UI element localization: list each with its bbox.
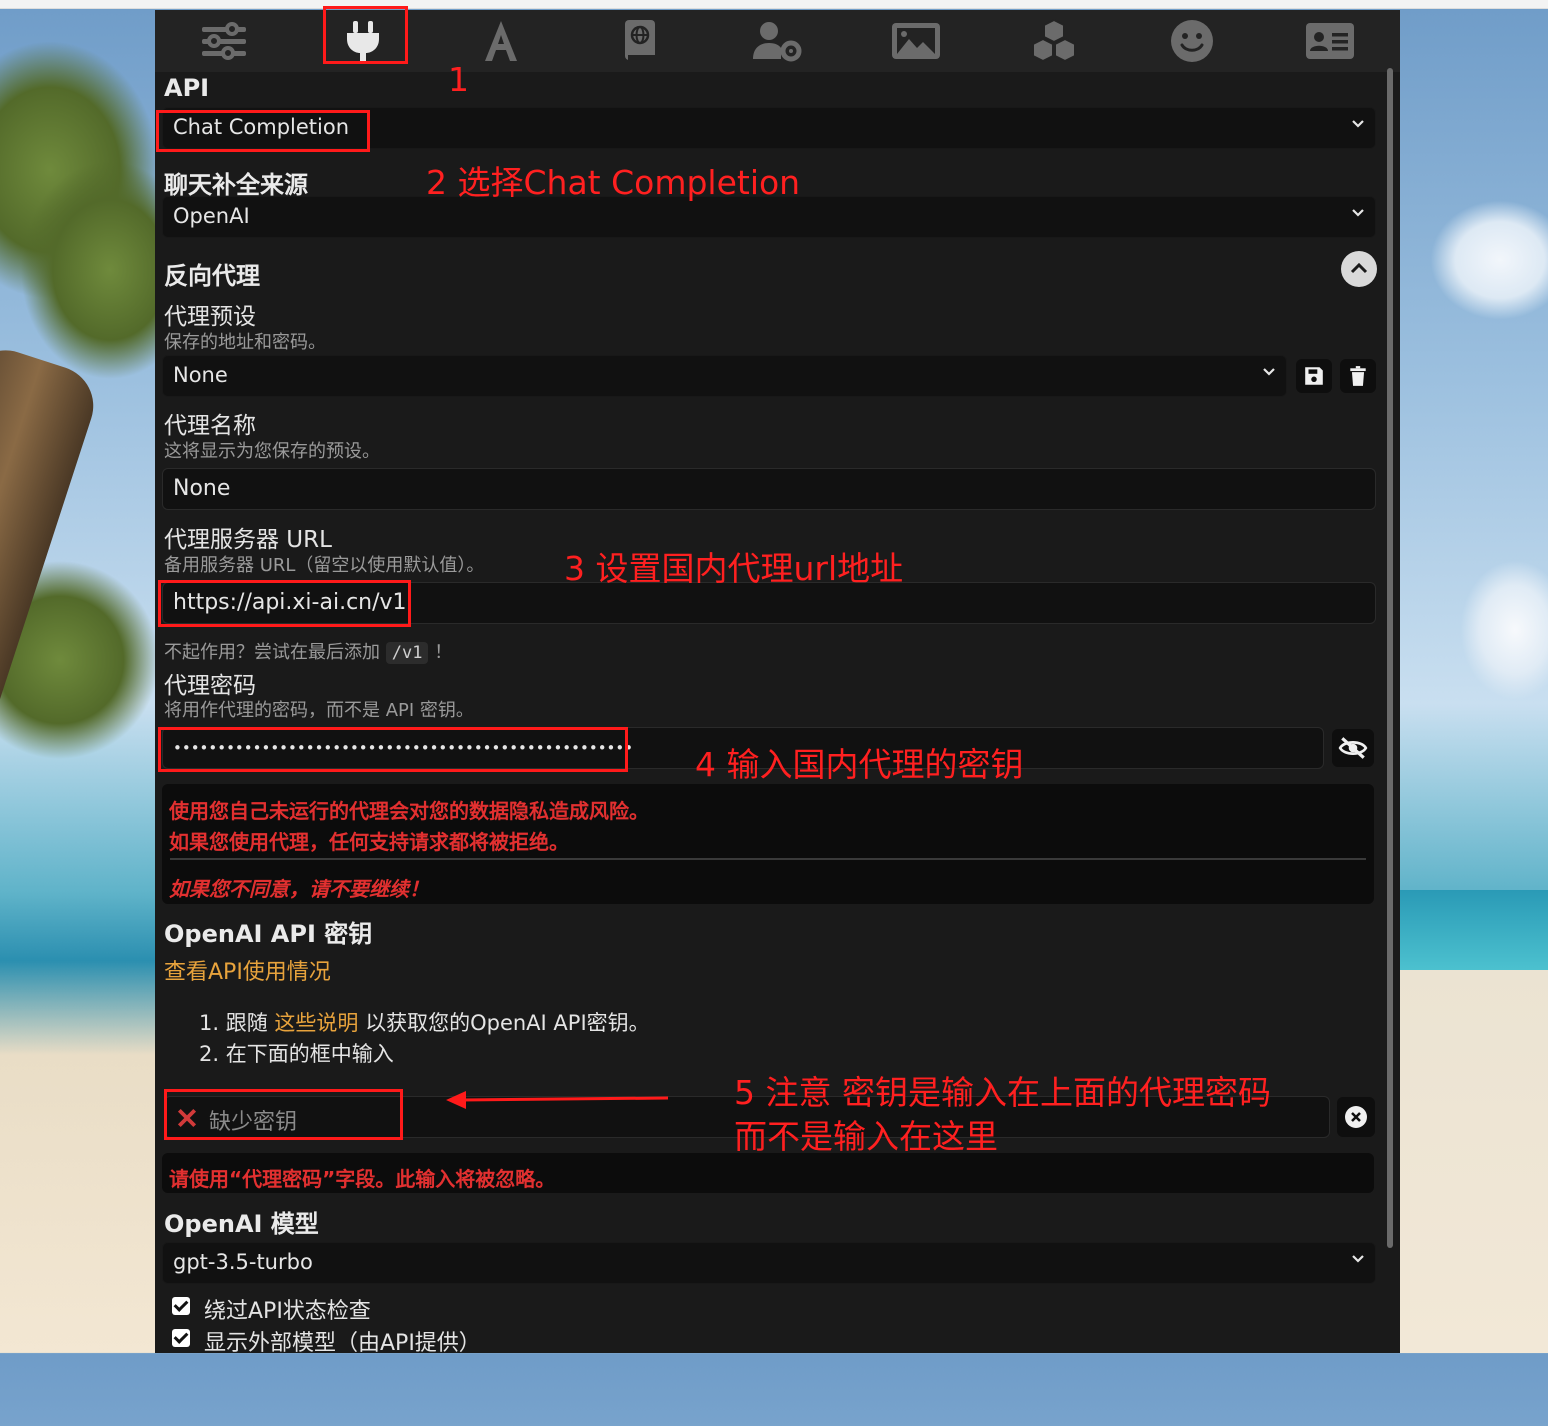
proxy-warning-line3: 如果您不同意，请不要继续！ xyxy=(169,877,429,901)
image-icon xyxy=(892,23,940,59)
proxy-warning-line2: 如果您使用代理，任何支持请求都将被拒绝。 xyxy=(169,830,569,854)
instructions-link[interactable]: 这些说明 xyxy=(274,1011,358,1035)
step1-text-end: 以获取您的OpenAI API密钥。 xyxy=(365,1011,650,1035)
eye-slash-icon xyxy=(1338,737,1368,759)
chevron-down-icon xyxy=(1352,1255,1364,1263)
show-external-models-checkbox[interactable] xyxy=(172,1329,190,1347)
toggle-password-visibility-button[interactable] xyxy=(1332,729,1374,767)
tab-persona[interactable] xyxy=(1150,14,1234,68)
sliders-icon xyxy=(202,22,246,60)
tab-advanced-formatting[interactable] xyxy=(459,14,543,68)
proxy-name-hint: 这将显示为您保存的预设。 xyxy=(164,441,380,462)
proxy-url-tip-code: /v1 xyxy=(385,642,429,664)
tab-backgrounds[interactable] xyxy=(874,14,958,68)
save-preset-button[interactable] xyxy=(1296,359,1332,393)
save-icon xyxy=(1305,367,1323,385)
annotation-box-proxy-password xyxy=(158,727,628,772)
annotation-arrow xyxy=(446,1091,669,1109)
bypass-status-check-checkbox[interactable] xyxy=(172,1297,190,1315)
annotation-5-line2: 而不是输入在这里 xyxy=(734,1117,998,1156)
annotation-box-missing-key xyxy=(164,1089,403,1140)
tab-world-info[interactable] xyxy=(597,14,681,68)
proxy-url-tip: 不起作用？尝试在最后添加 /v1 ！ xyxy=(164,638,452,664)
tab-character-management[interactable] xyxy=(1288,14,1372,68)
proxy-warning-line1: 使用您自己未运行的代理会对您的数据隐私造成风险。 xyxy=(169,799,649,823)
proxy-name-label: 代理名称 xyxy=(164,413,256,439)
chat-completion-source-label: 聊天补全来源 xyxy=(164,171,308,199)
annotation-2: 2 选择Chat Completion xyxy=(426,163,801,202)
id-card-icon xyxy=(1306,23,1354,59)
bypass-status-check-label: 绕过API状态检查 xyxy=(204,1299,371,1324)
openai-model-label: OpenAI 模型 xyxy=(164,1210,319,1238)
instructions-step1: 1. 跟随 这些说明 以获取您的OpenAI API密钥。 xyxy=(199,1007,650,1037)
collapse-button[interactable] xyxy=(1341,251,1377,287)
scrollbar[interactable] xyxy=(1387,68,1393,1248)
proxy-password-hint: 将用作代理的密码，而不是 API 密钥。 xyxy=(164,700,474,721)
chevron-down-icon xyxy=(1352,120,1364,128)
proxy-url-label: 代理服务器 URL xyxy=(164,527,332,553)
trash-icon xyxy=(1350,366,1366,386)
proxy-password-label: 代理密码 xyxy=(164,673,256,699)
delete-preset-button[interactable] xyxy=(1340,359,1376,393)
proxy-url-tip-end: ！ xyxy=(434,642,453,663)
cubes-icon xyxy=(1032,18,1076,63)
chevron-down-icon xyxy=(1352,209,1364,217)
source-select-value: OpenAI xyxy=(173,204,250,228)
view-api-usage-link[interactable]: 查看API使用情况 xyxy=(164,954,331,986)
proxy-url-hint: 备用服务器 URL（留空以使用默认值）。 xyxy=(164,555,485,576)
tab-extensions[interactable] xyxy=(1012,14,1096,68)
proxy-name-value: None xyxy=(173,476,231,501)
reverse-proxy-label: 反向代理 xyxy=(164,262,260,290)
proxy-preset-value: None xyxy=(173,363,228,387)
smile-icon xyxy=(1171,20,1213,62)
book-globe-icon xyxy=(625,20,655,60)
tab-ai-response-config[interactable] xyxy=(182,14,266,68)
proxy-preset-select[interactable]: None xyxy=(162,355,1287,397)
show-external-models-label: 显示外部模型（由API提供） xyxy=(204,1331,481,1356)
tab-user-settings[interactable] xyxy=(735,14,819,68)
proxy-preset-hint: 保存的地址和密码。 xyxy=(164,332,326,353)
user-gear-icon xyxy=(753,22,802,62)
font-a-icon xyxy=(485,21,517,61)
circle-x-icon xyxy=(1345,1106,1367,1128)
browser-top-edge xyxy=(0,0,1548,9)
step1-text: 1. 跟随 xyxy=(199,1011,268,1035)
annotation-3: 3 设置国内代理url地址 xyxy=(564,549,904,588)
annotation-box-proxy-url xyxy=(158,580,411,627)
clear-key-button[interactable] xyxy=(1337,1097,1375,1137)
proxy-preset-label: 代理预设 xyxy=(164,304,256,330)
key-note-text: 请使用“代理密码”字段。此输入将被忽略。 xyxy=(169,1167,556,1191)
annotation-4: 4 输入国内代理的密钥 xyxy=(695,745,1024,784)
annotation-5-line1: 5 注意 密钥是输入在上面的代理密码 xyxy=(734,1073,1271,1112)
annotation-box-plug-tab xyxy=(323,6,408,64)
proxy-url-tip-text: 不起作用？尝试在最后添加 xyxy=(164,642,380,663)
openai-model-value: gpt-3.5-turbo xyxy=(173,1250,313,1274)
annotation-1: 1 xyxy=(448,60,469,99)
chevron-down-icon xyxy=(1263,368,1275,376)
instructions-step2: 2. 在下面的框中输入 xyxy=(199,1042,394,1066)
api-label: API xyxy=(164,74,210,102)
openai-model-select[interactable]: gpt-3.5-turbo xyxy=(162,1242,1376,1284)
proxy-name-input[interactable]: None xyxy=(162,468,1376,510)
openai-key-label: OpenAI API 密钥 xyxy=(164,920,373,948)
chevron-up-icon xyxy=(1350,262,1368,274)
annotation-box-chat-completion xyxy=(156,110,370,152)
